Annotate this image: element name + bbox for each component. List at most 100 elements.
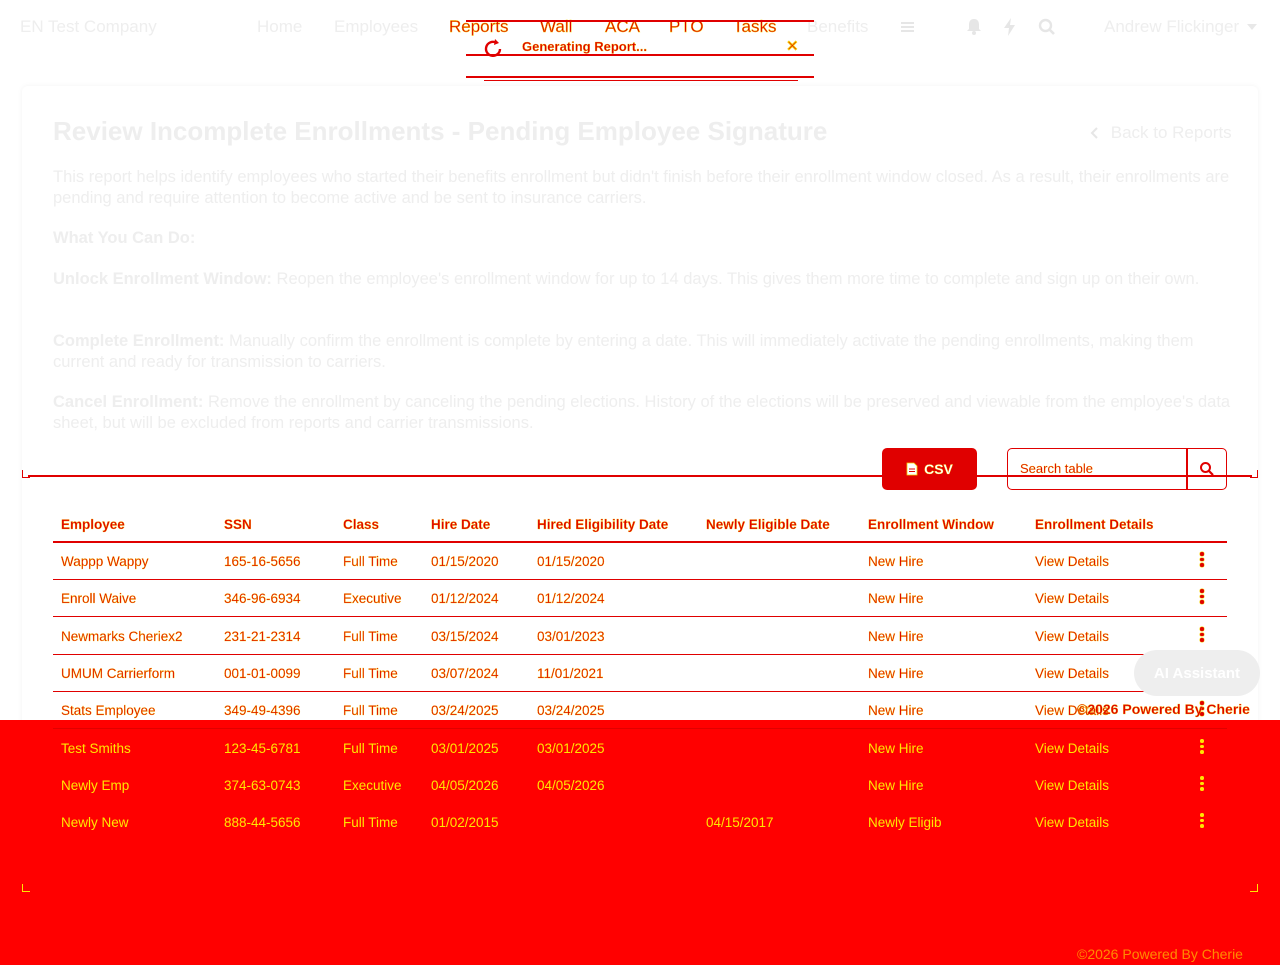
table-row[interactable]: Test Smiths 123-45-6781 Full Time 03/01/202… — [53, 730, 1227, 767]
cancel-text: Remove the enrollment by canceling the p… — [53, 393, 1231, 432]
cell-hired-eligibility-date: 01/15/2020 — [537, 554, 605, 569]
chevron-left-icon — [1090, 127, 1098, 139]
table-row[interactable]: UMUM Carrierform 001-01-0099 Full Time 03/0… — [53, 655, 1227, 692]
table-row[interactable]: Newmarks Cheriex2 231-21-2314 Full Time 03/… — [53, 618, 1227, 655]
powered-by-text: ©2026 Powered By Cherie — [1077, 701, 1250, 717]
cell-ssn: 001-01-0099 — [224, 666, 301, 681]
page-title: Review Incomplete Enrollments - Pending … — [53, 116, 828, 146]
cell-ssn: 374-63-0743 — [224, 778, 301, 793]
cell-hired-eligibility-date: 03/01/2023 — [537, 629, 605, 644]
cell-employee[interactable]: UMUM Carrierform — [61, 666, 175, 681]
cell-enrollment-window: New Hire — [868, 554, 924, 569]
corner-mark — [1250, 470, 1258, 478]
col-enrollment-details[interactable]: Enrollment Details — [1035, 517, 1154, 532]
cell-employee[interactable]: Enroll Waive — [61, 591, 137, 606]
table-row[interactable]: Enroll Waive 346-96-6934 Executive 01/12/20… — [53, 580, 1227, 617]
cell-class: Full Time — [343, 666, 398, 681]
cell-enrollment-window: New Hire — [868, 591, 924, 606]
bell-icon[interactable] — [964, 16, 984, 38]
chevron-down-icon[interactable] — [1247, 24, 1257, 30]
cell-enrollment-window: New Hire — [868, 778, 924, 793]
col-hired-eligibility-date[interactable]: Hired Eligibility Date — [537, 517, 669, 532]
cell-view-details[interactable]: View Details — [1035, 778, 1109, 793]
unlock-title: Unlock Enrollment Window: — [53, 270, 272, 288]
cell-hire-date: 03/01/2025 — [431, 741, 499, 756]
cell-ssn: 349-49-4396 — [224, 703, 301, 718]
cell-hire-date: 01/15/2020 — [431, 554, 499, 569]
kebab-menu-icon[interactable] — [1198, 627, 1206, 643]
kebab-menu-icon[interactable] — [1198, 813, 1206, 829]
csv-label: CSV — [924, 461, 953, 477]
cell-class: Full Time — [343, 741, 398, 756]
company-name[interactable]: EN Test Company — [20, 17, 157, 37]
nav-home[interactable]: Home — [257, 17, 302, 37]
cancel-title: Cancel Enrollment: — [53, 393, 204, 411]
cell-employee[interactable]: Newmarks Cheriex2 — [61, 629, 183, 644]
cell-view-details[interactable]: View Details — [1035, 666, 1109, 681]
toast-bottom-border — [466, 76, 814, 78]
kebab-menu-icon[interactable] — [1198, 552, 1206, 568]
col-class[interactable]: Class — [343, 517, 379, 532]
csv-export-button[interactable]: CSV — [882, 448, 977, 490]
nav-employees[interactable]: Employees — [334, 17, 418, 37]
corner-mark — [1250, 884, 1258, 892]
bolt-icon[interactable] — [1000, 16, 1020, 38]
cell-enrollment-window: New Hire — [868, 629, 924, 644]
cell-hired-eligibility-date: 03/24/2025 — [537, 703, 605, 718]
complete-text: Manually confirm the enrollment is compl… — [53, 332, 1194, 371]
cell-view-details[interactable]: View Details — [1035, 741, 1109, 756]
kebab-menu-icon[interactable] — [1198, 776, 1206, 792]
col-enrollment-window[interactable]: Enrollment Window — [868, 517, 994, 532]
cell-view-details[interactable]: View Details — [1035, 629, 1109, 644]
col-newly-eligible-date[interactable]: Newly Eligible Date — [706, 517, 830, 532]
search-input[interactable] — [1020, 461, 1180, 476]
table-row[interactable]: Stats Employee 349-49-4396 Full Time 03/24/… — [53, 692, 1227, 729]
cell-enrollment-window: New Hire — [868, 741, 924, 756]
search-icon[interactable] — [1037, 16, 1057, 38]
cell-hire-date: 01/12/2024 — [431, 591, 499, 606]
file-icon — [906, 462, 918, 476]
cell-hire-date: 03/15/2024 — [431, 629, 499, 644]
cell-employee[interactable]: Test Smiths — [61, 741, 131, 756]
cell-enrollment-window: Newly Eligib — [868, 815, 942, 830]
nav-benefits[interactable]: Benefits — [807, 17, 868, 37]
table-header: Employee SSN Class Hire Date Hired Eligi… — [53, 505, 1227, 543]
cell-class: Full Time — [343, 554, 398, 569]
cell-hire-date: 01/02/2015 — [431, 815, 499, 830]
table-row[interactable]: Newly New 888-44-5656 Full Time 01/02/2015 0… — [53, 804, 1227, 841]
cell-hire-date: 03/07/2024 — [431, 666, 499, 681]
cell-view-details[interactable]: View Details — [1035, 815, 1109, 830]
kebab-menu-icon[interactable] — [1198, 739, 1206, 755]
back-to-reports-link[interactable]: Back to Reports — [1090, 123, 1232, 143]
cell-hire-date: 04/05/2026 — [431, 778, 499, 793]
search-divider — [1186, 449, 1188, 489]
col-employee[interactable]: Employee — [61, 517, 125, 532]
refresh-icon — [484, 39, 502, 58]
toast-top-border — [466, 20, 814, 22]
cell-view-details[interactable]: View Details — [1035, 591, 1109, 606]
toast-progress — [484, 80, 798, 81]
complete-title: Complete Enrollment: — [53, 332, 225, 350]
cell-employee[interactable]: Stats Employee — [61, 703, 156, 718]
close-icon[interactable]: ✕ — [786, 37, 799, 55]
cell-employee[interactable]: Newly New — [61, 815, 129, 830]
cell-class: Executive — [343, 591, 402, 606]
cell-view-details[interactable]: View Details — [1035, 554, 1109, 569]
cell-hired-eligibility-date: 01/12/2024 — [537, 591, 605, 606]
user-menu[interactable]: Andrew Flickinger — [1104, 17, 1239, 37]
heading-text: What You Can Do: — [53, 229, 196, 247]
col-hire-date[interactable]: Hire Date — [431, 517, 491, 532]
col-ssn[interactable]: SSN — [224, 517, 252, 532]
ai-assistant-button[interactable]: AI Assistant — [1134, 650, 1260, 696]
kebab-menu-icon[interactable] — [1198, 589, 1206, 605]
toast-divider — [466, 54, 814, 56]
cell-enrollment-window: New Hire — [868, 666, 924, 681]
search-icon[interactable] — [1198, 460, 1216, 478]
cell-employee[interactable]: Newly Emp — [61, 778, 129, 793]
table-row[interactable]: Newly Emp 374-63-0743 Executive 04/05/2026 0… — [53, 767, 1227, 804]
unlock-paragraph: Unlock Enrollment Window: Reopen the emp… — [53, 269, 1233, 290]
hamburger-icon[interactable] — [898, 16, 918, 38]
cell-employee[interactable]: Wappp Wappy — [61, 554, 149, 569]
cell-newly-eligible-date: 04/15/2017 — [706, 815, 774, 830]
table-row[interactable]: Wappp Wappy 165-16-5656 Full Time 01/15/202… — [53, 543, 1227, 580]
